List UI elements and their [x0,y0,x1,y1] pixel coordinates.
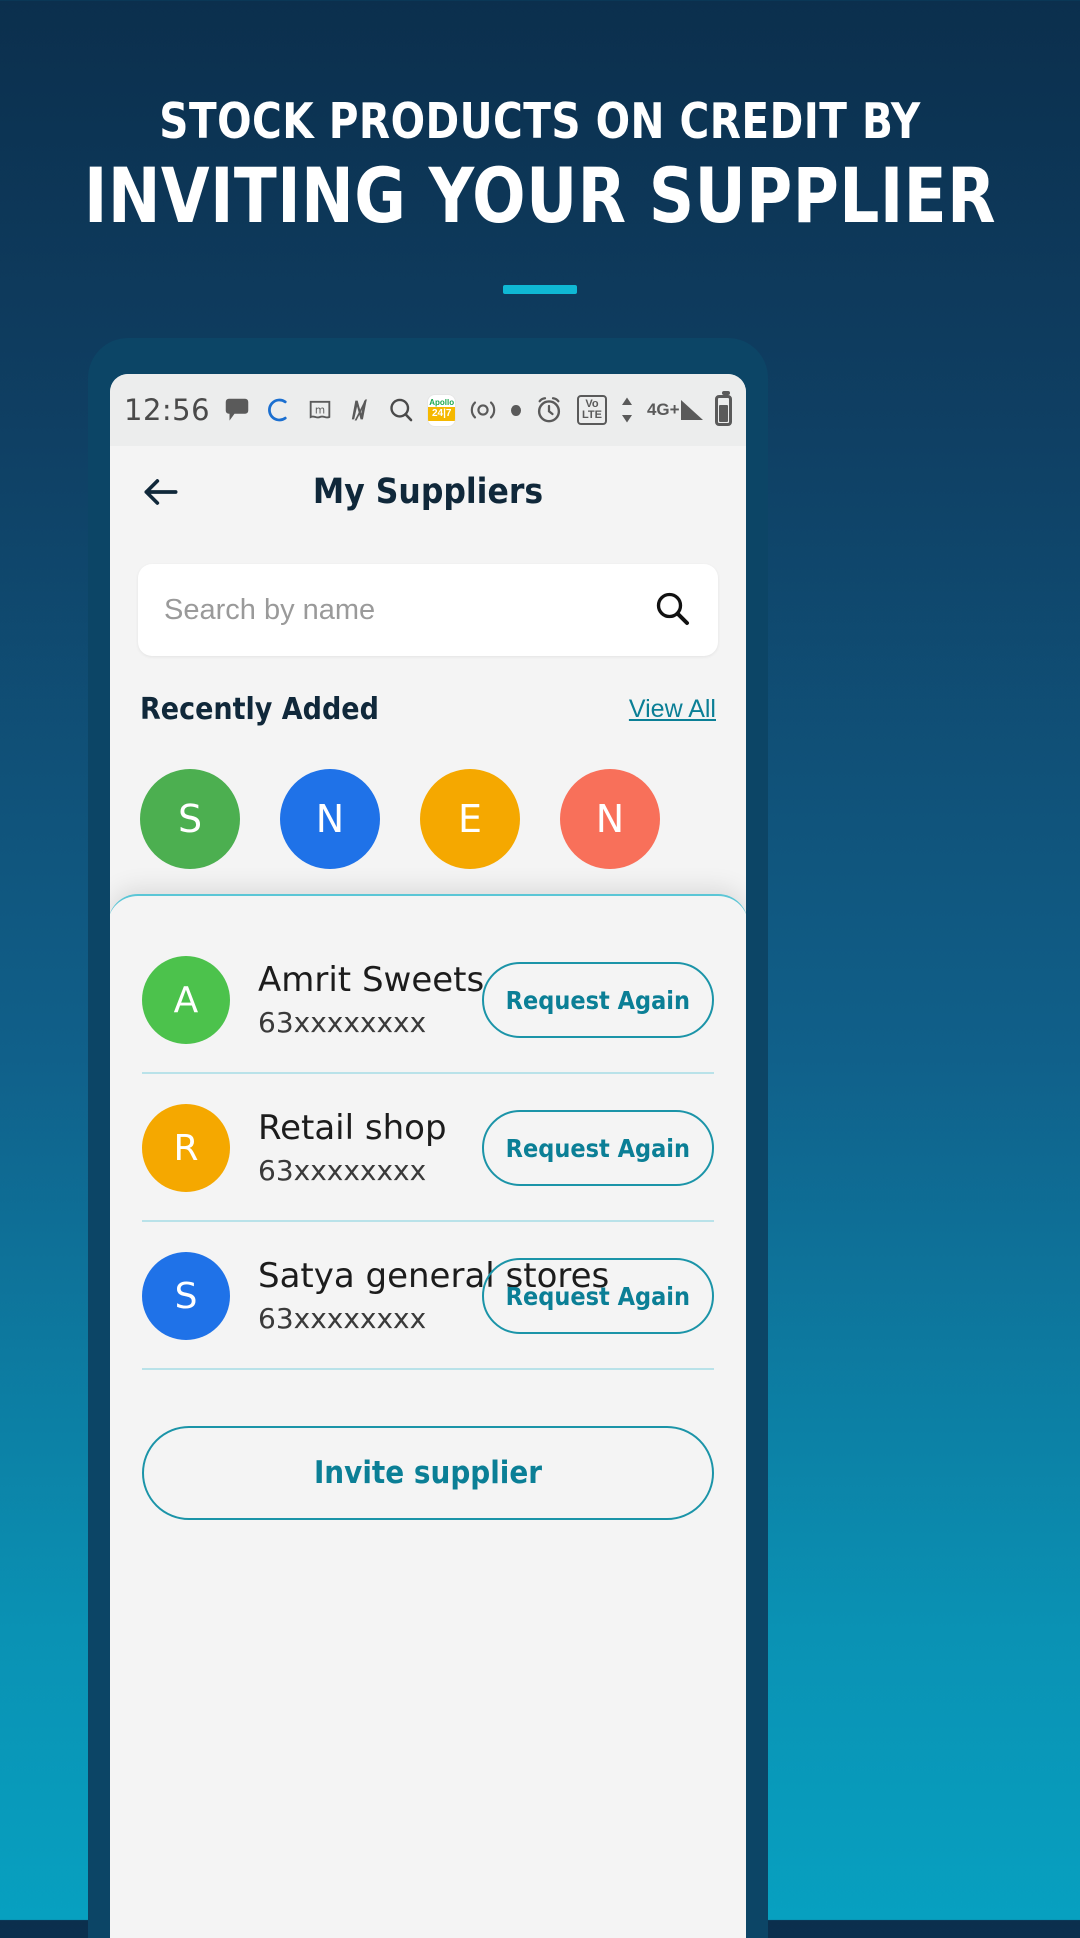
recently-added-title: Recently Added [140,692,379,727]
dot-icon [511,404,521,416]
network-type-label: 4G+ [646,400,680,419]
supplier-phone: 63xxxxxxxx [258,1302,427,1336]
request-again-button[interactable]: Request Again [481,1110,714,1186]
supplier-info: Amrit Sweets 63xxxxxxxx [230,959,485,1040]
supplier-name: Amrit Sweets [258,959,485,1000]
search-input[interactable]: Search by name [138,564,718,656]
recently-added-header: Recently Added View All [110,656,746,727]
recent-avatar[interactable]: S [140,769,240,869]
promo-heading: STOCK PRODUCTS ON CREDIT BY INVITING YOU… [0,96,1080,294]
app-bar: My Suppliers [110,446,746,538]
status-bar-clock: 12:56 [124,393,211,427]
supplier-info: Retail shop 63xxxxxxxx [230,1107,482,1188]
supplier-list-card: A Amrit Sweets 63xxxxxxxx Request Again R Ret… [110,894,746,1938]
search-icon[interactable] [652,588,692,633]
volte-icon: Vo LTE [577,395,607,425]
signal-4g-plus-icon: 4G+ [647,400,703,420]
volte-bottom-text: LTE [582,409,602,421]
supplier-avatar: A [142,956,230,1044]
supplier-avatar: S [142,1252,230,1340]
phone-screen: 12:56 m Apollo 24|7 Vo LTE 4G+ My Suppli… [110,374,746,1938]
invite-supplier-section: Invite supplier [142,1370,714,1520]
supplier-name: Satya general stores [258,1255,610,1296]
recent-avatar[interactable]: N [280,769,380,869]
supplier-row[interactable]: S Satya general stores 63xxxxxxxx Request A… [142,1222,714,1370]
status-bar: 12:56 m Apollo 24|7 Vo LTE 4G+ [110,374,746,446]
signal-bars-icon [680,400,703,420]
supplier-row[interactable]: A Amrit Sweets 63xxxxxxxx Request Again [142,926,714,1074]
page-title: My Suppliers [312,472,544,512]
battery-icon [714,390,732,426]
chat-bubble-icon [222,395,252,425]
request-again-button[interactable]: Request Again [481,962,714,1038]
alarm-clock-icon [533,394,565,426]
phone-mockup-frame: 12:56 m Apollo 24|7 Vo LTE 4G+ My Suppli… [88,338,768,1938]
request-again-button[interactable]: Request Again [481,1258,714,1334]
m-flag-icon: m [306,396,334,424]
n-slash-icon [346,395,374,425]
search-section: Search by name [110,538,746,656]
supplier-row[interactable]: R Retail shop 63xxxxxxxx Request Again [142,1074,714,1222]
apollo-247-icon: Apollo 24|7 [428,394,456,426]
recently-added-avatar-list: SNEN [110,727,746,869]
search-glass-icon [386,395,416,425]
supplier-phone: 63xxxxxxxx [258,1006,427,1040]
recording-icon [467,396,499,424]
supplier-info: Satya general stores 63xxxxxxxx [230,1255,610,1336]
apollo-247-text: 24|7 [428,407,456,421]
promo-heading-line2: INVITING YOUR SUPPLIER [83,151,997,241]
view-all-link[interactable]: View All [629,695,716,724]
promo-underline-accent [503,284,577,294]
supplier-avatar: R [142,1104,230,1192]
data-arrows-icon [619,395,635,425]
search-placeholder: Search by name [164,593,376,626]
svg-text:m: m [315,405,325,417]
recent-avatar[interactable]: N [560,769,660,869]
supplier-name: Retail shop [258,1107,447,1148]
supplier-rows: A Amrit Sweets 63xxxxxxxx Request Again R Ret… [142,926,714,1370]
recent-avatar[interactable]: E [420,769,520,869]
letter-c-icon [264,395,294,425]
apollo-brand-text: Apollo [429,398,455,407]
supplier-phone: 63xxxxxxxx [258,1154,427,1188]
invite-supplier-button[interactable]: Invite supplier [142,1426,714,1520]
promo-heading-line1: STOCK PRODUCTS ON CREDIT BY [159,93,921,150]
